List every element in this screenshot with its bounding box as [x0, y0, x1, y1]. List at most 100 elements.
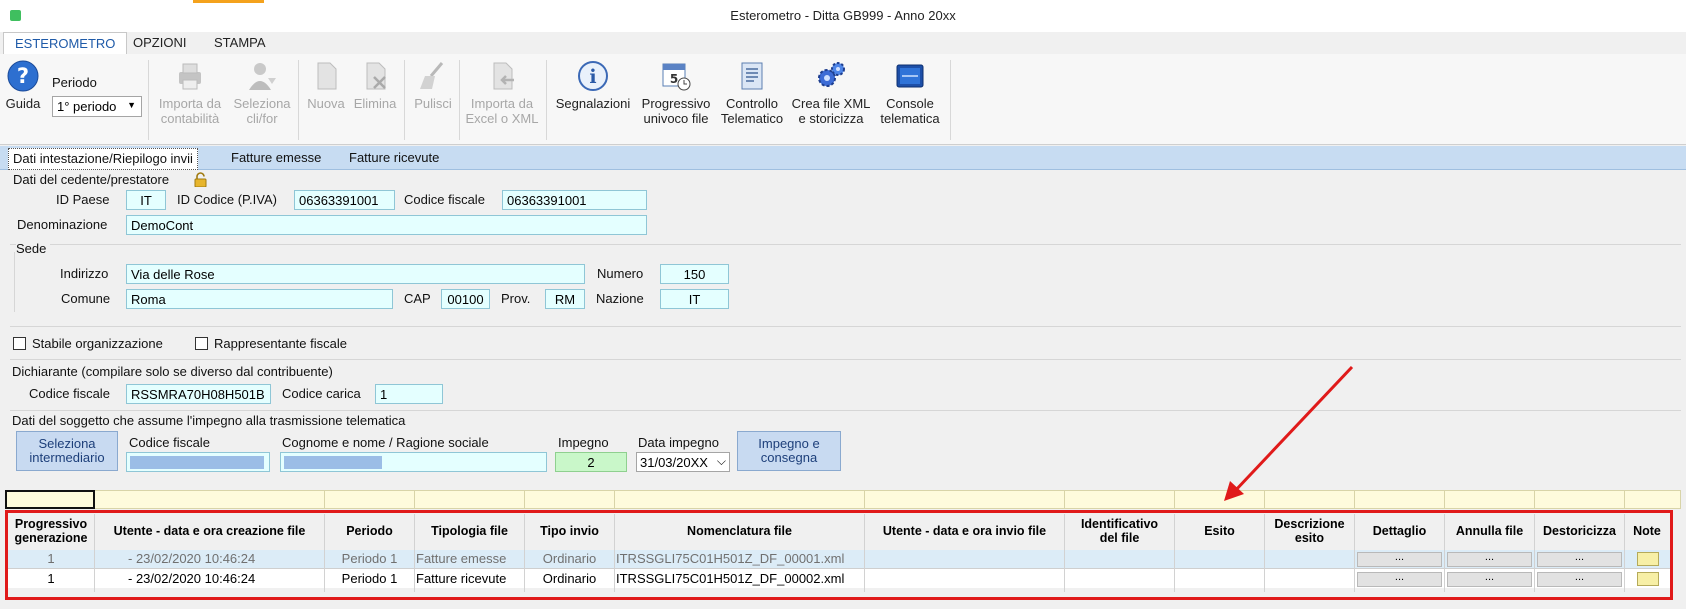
- prov-field[interactable]: RM: [545, 289, 585, 309]
- console-telematica-button[interactable]: Console telematica: [874, 60, 946, 126]
- comune-field[interactable]: Roma: [126, 289, 393, 309]
- delete-document-icon: [359, 60, 391, 92]
- cognome-label: Cognome e nome / Ragione sociale: [282, 435, 489, 450]
- sede-box-edge: [14, 252, 15, 312]
- band-separator: [414, 490, 415, 509]
- impegno-label: Impegno: [558, 435, 609, 450]
- data-impegno-picker[interactable]: 31/03/20XX ⌵: [636, 452, 730, 472]
- numero-field[interactable]: 150: [660, 264, 729, 284]
- ribbon-separator: [298, 60, 299, 140]
- codice-carica-field[interactable]: 1: [375, 384, 443, 404]
- codice-carica-label: Codice carica: [282, 386, 361, 401]
- band-separator: [1174, 490, 1175, 509]
- codice-fiscale-label: Codice fiscale: [404, 192, 485, 207]
- denominazione-field[interactable]: DemoCont: [126, 215, 647, 235]
- broom-icon: [417, 60, 449, 92]
- ribbon-separator: [404, 60, 405, 140]
- divider: [10, 244, 1681, 245]
- tab-opzioni[interactable]: OPZIONI: [122, 32, 197, 54]
- crea-xml-label-2: e storicizza: [798, 111, 864, 126]
- pulisci-button[interactable]: Pulisci: [409, 60, 457, 111]
- band-separator: [524, 490, 525, 509]
- band-separator: [1064, 490, 1065, 509]
- tab-dati-intestazione[interactable]: Dati intestazione/Riepilogo invii: [8, 148, 198, 170]
- impegno-consegna-label-2: consegna: [760, 450, 818, 465]
- indirizzo-field[interactable]: Via delle Rose: [126, 264, 585, 284]
- chevron-down-icon: ⌵: [716, 454, 726, 468]
- tab-fatture-emesse[interactable]: Fatture emesse: [231, 150, 321, 165]
- window-title: Esterometro - Ditta GB999 - Anno 20xx: [730, 8, 956, 23]
- rappresentante-fiscale-label: Rappresentante fiscale: [214, 336, 347, 351]
- id-paese-field[interactable]: IT: [126, 190, 166, 210]
- controllo-telematico-button[interactable]: Controllo Telematico: [716, 60, 788, 126]
- cognome-field[interactable]: [280, 452, 547, 472]
- importa-contabilita-button[interactable]: Importa da contabilità: [153, 60, 227, 126]
- stabile-organizzazione-checkbox[interactable]: [13, 337, 26, 350]
- impegno-field[interactable]: 2: [555, 452, 627, 472]
- segnalazioni-button[interactable]: i Segnalazioni: [551, 60, 635, 111]
- importa-excel-label-2: Excel o XML: [465, 111, 539, 126]
- seleziona-clifor-button[interactable]: Seleziona cli/for: [228, 60, 296, 126]
- importa-contabilita-label-2: contabilità: [160, 111, 220, 126]
- importa-excel-button[interactable]: Importa da Excel o XML: [462, 60, 542, 126]
- numero-label: Numero: [597, 266, 644, 281]
- document-check-icon: [736, 60, 768, 92]
- info-icon: i: [577, 60, 609, 92]
- id-codice-label: ID Codice (P.IVA): [177, 192, 277, 207]
- band-separator: [324, 490, 325, 509]
- impegno-consegna-button[interactable]: Impegno e consegna: [737, 431, 841, 471]
- importa-contabilita-label-1: Importa da: [158, 96, 222, 111]
- rappresentante-fiscale-checkbox[interactable]: [195, 337, 208, 350]
- ribbon-separator: [459, 60, 460, 140]
- seleziona-clifor-label-1: Seleziona: [233, 96, 291, 111]
- crea-file-xml-button[interactable]: Crea file XML e storicizza: [788, 60, 874, 126]
- band-separator: [1624, 490, 1625, 509]
- import-file-icon: [486, 60, 518, 92]
- progressivo-univoco-button[interactable]: 5 Progressivo univoco file: [636, 60, 716, 126]
- band-separator: [614, 490, 615, 509]
- svg-text:?: ?: [17, 64, 29, 88]
- calendar-clock-icon: 5: [660, 60, 692, 92]
- id-paese-label: ID Paese: [56, 192, 110, 207]
- tab-stampa[interactable]: STAMPA: [203, 32, 277, 54]
- cap-field[interactable]: 00100: [441, 289, 490, 309]
- trasmissione-cf-field[interactable]: [126, 452, 270, 472]
- ribbon-separator: [546, 60, 547, 140]
- seleziona-intermediario-button[interactable]: Seleziona intermediario: [16, 431, 118, 471]
- stabile-organizzazione-label: Stabile organizzazione: [32, 336, 163, 351]
- controllo-label-1: Controllo: [725, 96, 779, 111]
- codice-fiscale-field[interactable]: 06363391001: [502, 190, 647, 210]
- nuova-label: Nuova: [307, 96, 345, 111]
- grid-filter-selected-cell[interactable]: [5, 490, 95, 509]
- chevron-down-icon: ▼: [127, 100, 136, 110]
- progressivo-label-1: Progressivo: [641, 96, 711, 111]
- guida-button[interactable]: ? Guida: [3, 60, 43, 111]
- nuova-button[interactable]: Nuova: [302, 60, 350, 111]
- periodo-label: Periodo: [52, 75, 97, 90]
- band-separator: [1534, 490, 1535, 509]
- tab-fatture-ricevute[interactable]: Fatture ricevute: [349, 150, 439, 165]
- denominazione-label: Denominazione: [17, 217, 108, 232]
- highlight-box: [5, 510, 1673, 600]
- id-codice-field[interactable]: 06363391001: [294, 190, 395, 210]
- help-icon: ?: [7, 60, 39, 92]
- controllo-label-2: Telematico: [720, 111, 784, 126]
- trasmissione-cf-label: Codice fiscale: [129, 435, 210, 450]
- band-separator: [1444, 490, 1445, 509]
- importa-excel-label-1: Importa da: [470, 96, 534, 111]
- crea-xml-label-1: Crea file XML: [791, 96, 871, 111]
- sede-section-title: Sede: [16, 241, 51, 256]
- comune-label: Comune: [61, 291, 111, 306]
- prov-label: Prov.: [501, 291, 531, 306]
- dichiarante-cf-field[interactable]: RSSMRA70H08H501B: [126, 384, 271, 404]
- band-separator: [864, 490, 865, 509]
- nazione-field[interactable]: IT: [660, 289, 729, 309]
- divider: [10, 359, 1681, 360]
- seleziona-clifor-label-2: cli/for: [246, 111, 278, 126]
- periodo-select[interactable]: 1° periodo ▼: [52, 96, 142, 117]
- pulisci-label: Pulisci: [414, 96, 452, 111]
- elimina-button[interactable]: Elimina: [350, 60, 400, 111]
- user-select-icon: [246, 60, 278, 92]
- tab-esterometro[interactable]: ESTEROMETRO: [3, 32, 128, 54]
- lock-icon[interactable]: [193, 172, 208, 188]
